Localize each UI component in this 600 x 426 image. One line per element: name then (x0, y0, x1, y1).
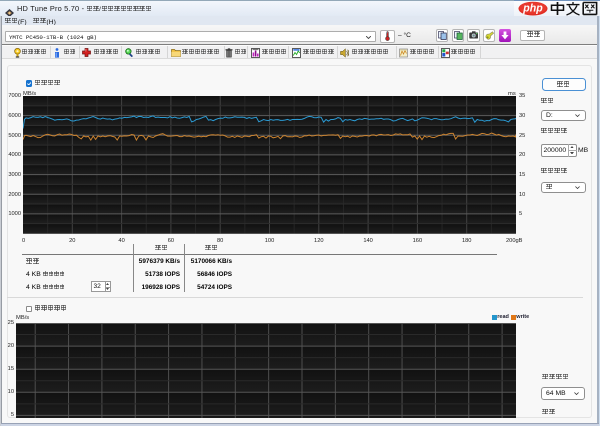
svg-text:php: php (522, 3, 543, 15)
